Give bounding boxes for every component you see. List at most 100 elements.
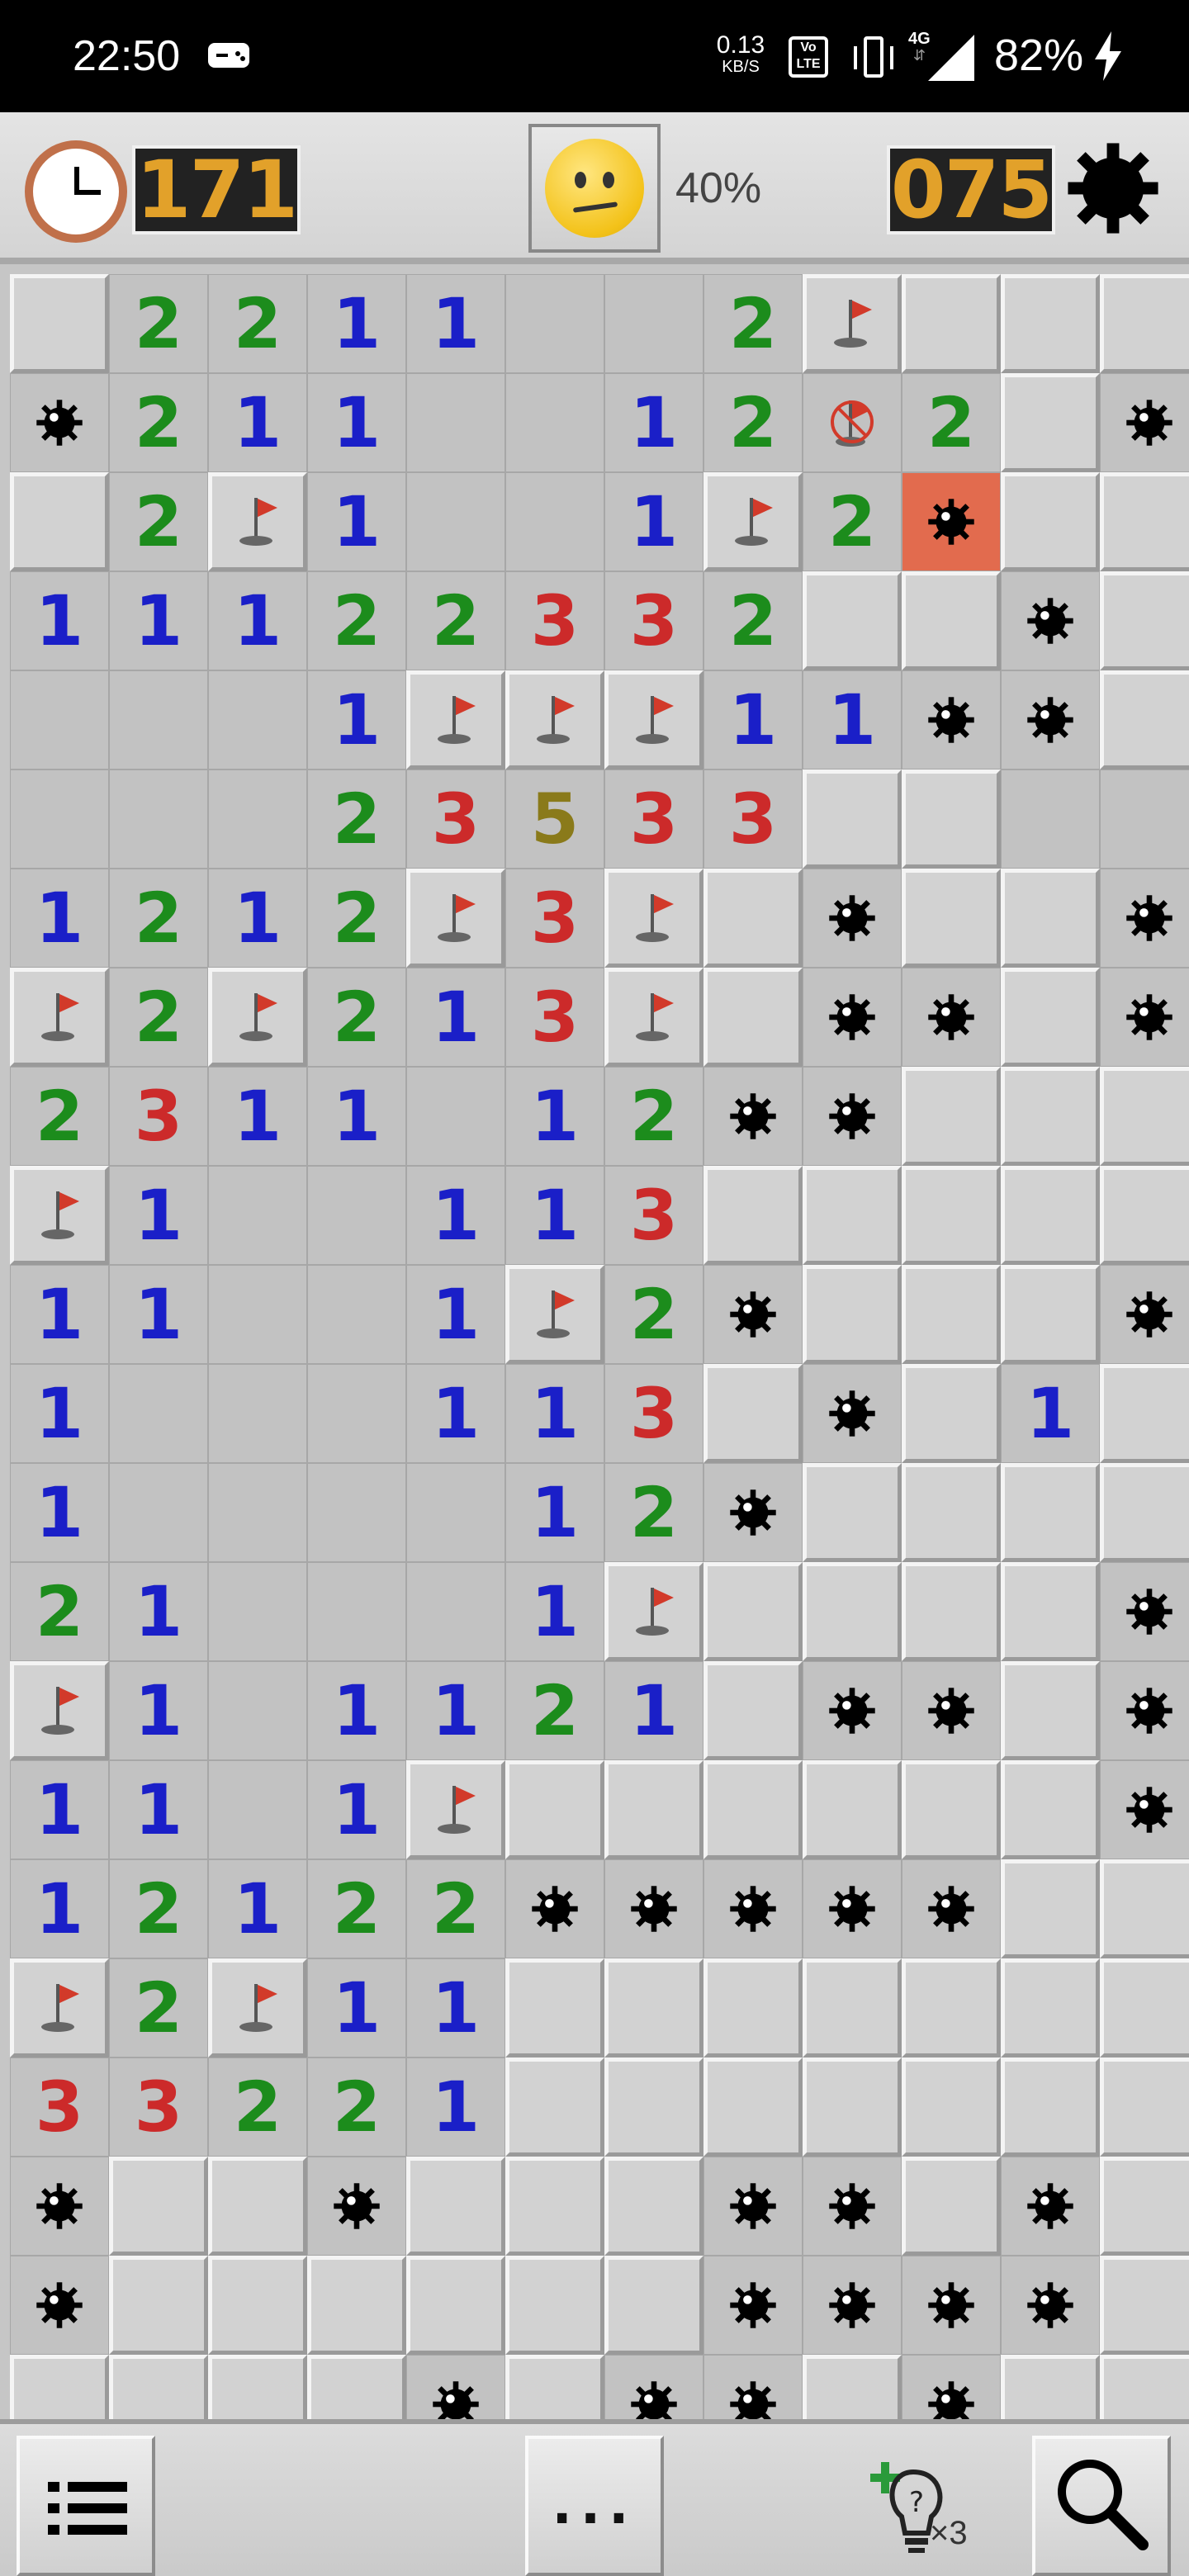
covered-cell[interactable] xyxy=(803,769,902,869)
number-cell[interactable]: 3 xyxy=(604,769,703,869)
number-cell[interactable]: 3 xyxy=(505,968,604,1067)
covered-cell[interactable] xyxy=(1100,2355,1189,2419)
covered-cell[interactable] xyxy=(902,1463,1001,1562)
empty-cell[interactable] xyxy=(505,472,604,571)
covered-cell[interactable] xyxy=(703,2057,803,2157)
covered-cell[interactable] xyxy=(902,1364,1001,1463)
number-cell[interactable]: 1 xyxy=(208,571,307,670)
flag-icon[interactable] xyxy=(406,869,505,968)
number-cell[interactable]: 2 xyxy=(109,869,208,968)
number-cell[interactable]: 2 xyxy=(109,1859,208,1958)
mine-icon[interactable] xyxy=(803,2157,902,2256)
covered-cell[interactable] xyxy=(1100,1364,1189,1463)
number-cell[interactable]: 1 xyxy=(604,472,703,571)
number-cell[interactable]: 3 xyxy=(505,571,604,670)
covered-cell[interactable] xyxy=(803,571,902,670)
empty-cell[interactable] xyxy=(208,769,307,869)
flag-icon[interactable] xyxy=(604,968,703,1067)
empty-cell[interactable] xyxy=(109,769,208,869)
covered-cell[interactable] xyxy=(307,2256,406,2355)
covered-cell[interactable] xyxy=(10,274,109,373)
covered-cell[interactable] xyxy=(803,1760,902,1859)
number-cell[interactable]: 1 xyxy=(803,670,902,769)
empty-cell[interactable] xyxy=(208,670,307,769)
mine-icon[interactable] xyxy=(1001,670,1100,769)
empty-cell[interactable] xyxy=(307,1463,406,1562)
covered-cell[interactable] xyxy=(1100,1166,1189,1265)
number-cell[interactable]: 1 xyxy=(307,670,406,769)
covered-cell[interactable] xyxy=(902,2157,1001,2256)
covered-cell[interactable] xyxy=(505,2057,604,2157)
number-cell[interactable]: 2 xyxy=(10,1562,109,1661)
covered-cell[interactable] xyxy=(109,2157,208,2256)
number-cell[interactable]: 1 xyxy=(10,1364,109,1463)
number-cell[interactable]: 1 xyxy=(406,274,505,373)
mine-icon[interactable] xyxy=(803,1067,902,1166)
number-cell[interactable]: 1 xyxy=(307,274,406,373)
covered-cell[interactable] xyxy=(703,1958,803,2057)
covered-cell[interactable] xyxy=(505,2157,604,2256)
mine-icon[interactable] xyxy=(1001,2157,1100,2256)
number-cell[interactable]: 2 xyxy=(307,869,406,968)
number-cell[interactable]: 1 xyxy=(208,1067,307,1166)
mine-icon[interactable] xyxy=(1100,1661,1189,1760)
mine-icon[interactable] xyxy=(703,1265,803,1364)
number-cell[interactable]: 1 xyxy=(406,1958,505,2057)
empty-cell[interactable] xyxy=(406,1067,505,1166)
covered-cell[interactable] xyxy=(1001,1562,1100,1661)
number-cell[interactable]: 3 xyxy=(604,1166,703,1265)
mine-icon[interactable] xyxy=(703,1067,803,1166)
number-cell[interactable]: 1 xyxy=(10,869,109,968)
number-cell[interactable]: 1 xyxy=(10,1760,109,1859)
number-cell[interactable]: 2 xyxy=(803,472,902,571)
mine-icon[interactable] xyxy=(703,2355,803,2419)
new-game-smiley-button[interactable] xyxy=(528,124,661,253)
covered-cell[interactable] xyxy=(803,2355,902,2419)
zoom-button[interactable] xyxy=(1032,2436,1171,2576)
flag-icon[interactable] xyxy=(10,1958,109,2057)
covered-cell[interactable] xyxy=(703,1562,803,1661)
mine-icon[interactable] xyxy=(902,1859,1001,1958)
number-cell[interactable]: 1 xyxy=(307,1661,406,1760)
empty-cell[interactable] xyxy=(406,1463,505,1562)
empty-cell[interactable] xyxy=(208,1562,307,1661)
covered-cell[interactable] xyxy=(703,1661,803,1760)
flag-icon[interactable] xyxy=(604,670,703,769)
covered-cell[interactable] xyxy=(803,1265,902,1364)
covered-cell[interactable] xyxy=(902,1265,1001,1364)
covered-cell[interactable] xyxy=(208,2256,307,2355)
mine-icon[interactable] xyxy=(803,1364,902,1463)
covered-cell[interactable] xyxy=(1001,869,1100,968)
mine-icon[interactable] xyxy=(10,373,109,472)
number-cell[interactable]: 1 xyxy=(307,472,406,571)
number-cell[interactable]: 2 xyxy=(109,1958,208,2057)
number-cell[interactable]: 2 xyxy=(505,1661,604,1760)
more-options-button[interactable]: ... xyxy=(525,2436,664,2576)
covered-cell[interactable] xyxy=(505,2355,604,2419)
covered-cell[interactable] xyxy=(1001,373,1100,472)
covered-cell[interactable] xyxy=(1001,1067,1100,1166)
number-cell[interactable]: 2 xyxy=(208,274,307,373)
covered-cell[interactable] xyxy=(803,1463,902,1562)
mine-icon[interactable] xyxy=(1001,2256,1100,2355)
flag-icon[interactable] xyxy=(406,1760,505,1859)
number-cell[interactable]: 1 xyxy=(505,1463,604,1562)
number-cell[interactable]: 2 xyxy=(10,1067,109,1166)
mine-icon[interactable] xyxy=(406,2355,505,2419)
covered-cell[interactable] xyxy=(902,769,1001,869)
empty-cell[interactable] xyxy=(10,769,109,869)
empty-cell[interactable] xyxy=(307,1166,406,1265)
mine-icon[interactable] xyxy=(803,1859,902,1958)
number-cell[interactable]: 2 xyxy=(406,1859,505,1958)
menu-button[interactable] xyxy=(17,2436,155,2576)
number-cell[interactable]: 2 xyxy=(109,373,208,472)
empty-cell[interactable] xyxy=(208,1661,307,1760)
flag-icon[interactable] xyxy=(604,869,703,968)
number-cell[interactable]: 1 xyxy=(109,1760,208,1859)
empty-cell[interactable] xyxy=(604,274,703,373)
covered-cell[interactable] xyxy=(604,2256,703,2355)
covered-cell[interactable] xyxy=(803,2057,902,2157)
covered-cell[interactable] xyxy=(1100,1463,1189,1562)
number-cell[interactable]: 1 xyxy=(406,1661,505,1760)
exploded-mine-icon[interactable] xyxy=(902,472,1001,571)
